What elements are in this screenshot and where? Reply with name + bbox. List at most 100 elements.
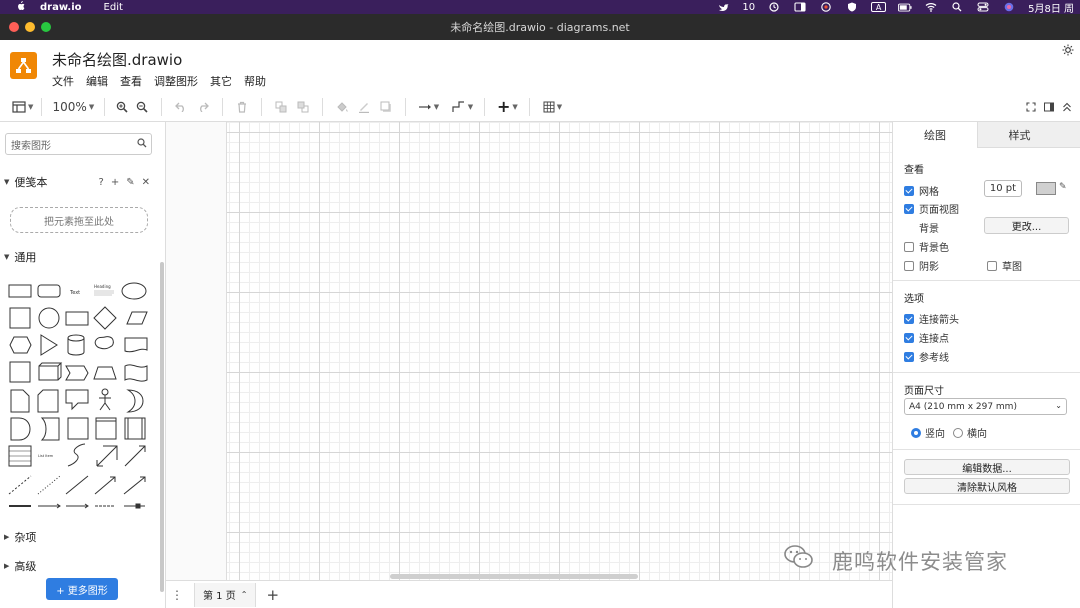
- fill-color-icon[interactable]: [331, 97, 353, 117]
- format-panel-toggle-icon[interactable]: ▼: [12, 97, 33, 117]
- chevron-up-icon[interactable]: ⌃: [241, 590, 248, 599]
- diagram-canvas[interactable]: [166, 122, 892, 580]
- control-center-icon[interactable]: [976, 2, 990, 12]
- help-icon[interactable]: ?: [99, 177, 104, 188]
- collapse-chevron-up-icon[interactable]: [1062, 97, 1072, 117]
- shape-document[interactable]: [124, 337, 148, 353]
- document-title[interactable]: 未命名绘图.drawio: [52, 49, 182, 70]
- shape-cylinder[interactable]: [67, 334, 85, 356]
- shape-line[interactable]: [65, 475, 89, 495]
- zoom-window-button[interactable]: [41, 22, 51, 32]
- guides-row[interactable]: 参考线: [904, 349, 949, 364]
- close-icon[interactable]: ✕: [142, 177, 150, 188]
- zoom-level-dropdown[interactable]: 100% ▼: [50, 97, 96, 117]
- insert-plus-icon[interactable]: + ▼: [493, 97, 521, 117]
- battery-icon[interactable]: [898, 2, 912, 12]
- edit-icon[interactable]: ✎: [126, 177, 134, 188]
- fullscreen-icon[interactable]: [1026, 97, 1036, 117]
- grid-size-input[interactable]: 10 pt: [984, 180, 1022, 197]
- page-tab-1[interactable]: 第 1 页 ⌃: [194, 582, 257, 607]
- tab-diagram[interactable]: 绘图: [893, 122, 977, 148]
- shape-card[interactable]: [37, 389, 59, 413]
- shape-parallelogram[interactable]: [126, 311, 148, 325]
- shape-actor[interactable]: [101, 388, 109, 396]
- shape-internal-storage[interactable]: [9, 361, 31, 383]
- shape-bidirectional-arrow[interactable]: [96, 445, 118, 467]
- menu-edit[interactable]: 编辑: [86, 73, 108, 89]
- shape-data-storage[interactable]: [40, 417, 60, 441]
- input-method-icon[interactable]: A: [871, 2, 887, 12]
- shape-ellipse[interactable]: [121, 282, 147, 300]
- shape-diamond[interactable]: [93, 306, 117, 330]
- shape-arrow-line-2[interactable]: [66, 503, 89, 509]
- clock-icon[interactable]: [767, 2, 781, 12]
- to-front-icon[interactable]: [270, 97, 292, 117]
- shadow-checkbox-row[interactable]: 阴影: [904, 258, 939, 273]
- scratchpad-dropzone[interactable]: 把元素拖至此处: [10, 207, 148, 233]
- general-section-header[interactable]: ▼ 通用: [0, 248, 160, 266]
- shape-dotted-line[interactable]: [37, 475, 61, 495]
- cloud-icon[interactable]: [819, 2, 833, 12]
- more-shapes-button[interactable]: + 更多图形: [46, 578, 118, 600]
- edit-data-button[interactable]: 编辑数据...: [904, 459, 1070, 475]
- landscape-radio[interactable]: [953, 427, 963, 438]
- edit-pencil-icon[interactable]: ✎: [1059, 182, 1067, 192]
- canvas-horizontal-scrollbar[interactable]: [390, 574, 638, 579]
- menu-file[interactable]: 文件: [52, 73, 74, 89]
- sidebar-icon[interactable]: [793, 2, 807, 12]
- shape-text[interactable]: Text: [69, 290, 80, 296]
- line-color-icon[interactable]: [353, 97, 375, 117]
- page-view-checkbox[interactable]: [904, 203, 914, 214]
- shape-search-input[interactable]: 搜索图形: [5, 133, 152, 155]
- landscape-radio-row[interactable]: 横向: [953, 425, 987, 440]
- menu-view[interactable]: 查看: [120, 73, 142, 89]
- to-back-icon[interactable]: [292, 97, 314, 117]
- apple-icon[interactable]: [14, 0, 26, 14]
- tab-style[interactable]: 样式: [977, 122, 1061, 148]
- shape-note[interactable]: [10, 389, 30, 413]
- shape-heading[interactable]: Heading: [94, 284, 111, 289]
- page-size-select[interactable]: A4 (210 mm x 297 mm) ⌄: [904, 398, 1067, 415]
- shape-square[interactable]: [9, 307, 31, 329]
- shape-trapezoid[interactable]: [93, 366, 117, 380]
- menubar-date[interactable]: 5月8日 周: [1028, 0, 1074, 15]
- theme-sun-icon[interactable]: [1062, 44, 1074, 59]
- change-background-button[interactable]: 更改...: [984, 217, 1069, 234]
- zoom-in-icon[interactable]: [113, 97, 131, 117]
- shape-process[interactable]: [65, 311, 89, 326]
- shape-callout[interactable]: [65, 389, 89, 411]
- sketch-checkbox-row[interactable]: 草图: [987, 258, 1022, 273]
- waypoints-icon[interactable]: ▼: [448, 97, 476, 117]
- scratchpad-header[interactable]: ▼ 便笺本 ? + ✎ ✕: [0, 173, 160, 191]
- connection-arrows-checkbox[interactable]: [904, 313, 914, 324]
- undo-icon[interactable]: [170, 97, 192, 117]
- search-icon[interactable]: [137, 138, 147, 151]
- diagram-page-grid[interactable]: [226, 122, 892, 580]
- shadow-icon[interactable]: [375, 97, 397, 117]
- wifi-icon[interactable]: [924, 2, 938, 12]
- shape-arrow[interactable]: [124, 445, 146, 467]
- shape-list-item[interactable]: List Item: [38, 454, 54, 458]
- bg-color-checkbox-row[interactable]: 背景色: [904, 239, 949, 254]
- siri-icon[interactable]: [1002, 2, 1016, 12]
- shape-link[interactable]: [123, 476, 146, 495]
- shape-tape[interactable]: [124, 364, 148, 382]
- shape-cloud[interactable]: [94, 336, 114, 350]
- page-view-checkbox-row[interactable]: 页面视图: [904, 201, 959, 216]
- sketch-checkbox[interactable]: [987, 260, 997, 271]
- minimize-window-button[interactable]: [25, 22, 35, 32]
- portrait-radio[interactable]: [911, 427, 921, 438]
- add-page-icon[interactable]: +: [266, 586, 279, 604]
- zoom-out-icon[interactable]: [131, 97, 153, 117]
- shield-icon[interactable]: [845, 2, 859, 12]
- grid-color-swatch[interactable]: [1036, 182, 1056, 195]
- bird-icon[interactable]: [716, 2, 730, 12]
- menu-arrange[interactable]: 调整图形: [154, 73, 198, 89]
- redo-icon[interactable]: [192, 97, 214, 117]
- shape-delay[interactable]: [10, 417, 31, 441]
- connection-points-row[interactable]: 连接点: [904, 330, 949, 345]
- shape-rounded-rectangle[interactable]: [37, 284, 61, 298]
- shape-or[interactable]: [126, 389, 144, 413]
- connection-style-icon[interactable]: ▼: [414, 97, 442, 117]
- menu-help[interactable]: 帮助: [244, 73, 266, 89]
